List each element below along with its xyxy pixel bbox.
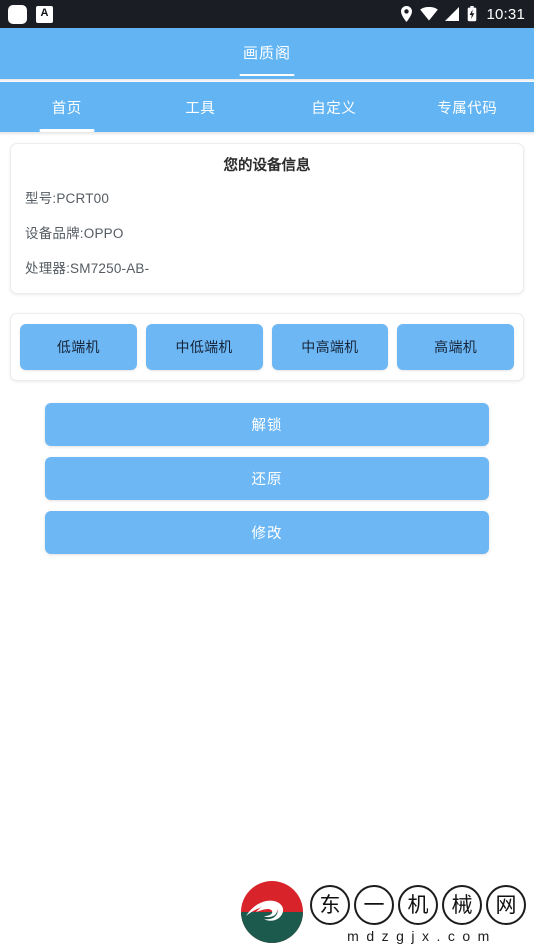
app-root: A 10:31 画质阁 首页 工具 自定义 专属代码 您的设备信息 型号:PCR… xyxy=(0,0,534,950)
restore-button[interactable]: 还原 xyxy=(45,457,489,500)
status-bar-clock: 10:31 xyxy=(486,5,525,23)
main-content: 您的设备信息 型号:PCRT00 设备品牌:OPPO 处理器:SM7250-AB… xyxy=(0,136,534,554)
watermark-characters: 东 一 机 械 网 xyxy=(310,885,526,925)
tab-exclusive-code[interactable]: 专属代码 xyxy=(401,82,534,132)
watermark-logo-icon xyxy=(240,880,304,944)
tab-bar: 首页 工具 自定义 专属代码 xyxy=(0,82,534,132)
status-bar: A 10:31 xyxy=(0,0,534,28)
tier-button-mid-high[interactable]: 中高端机 xyxy=(271,324,389,370)
keyboard-a-icon: A xyxy=(36,5,53,23)
tab-tools-label: 工具 xyxy=(185,100,216,117)
battery-charging-icon xyxy=(467,6,477,22)
watermark-char-1: 东 xyxy=(310,885,350,925)
tab-home-label: 首页 xyxy=(51,100,82,117)
device-model-line: 型号:PCRT00 xyxy=(25,191,110,206)
app-header: 画质阁 xyxy=(0,28,534,79)
watermark-char-3: 机 xyxy=(398,885,438,925)
watermark-domain: mdzgjx.com xyxy=(347,928,497,944)
action-button-list: 解锁 还原 修改 xyxy=(10,403,524,554)
device-info-title: 您的设备信息 xyxy=(223,158,311,174)
location-pin-icon xyxy=(400,6,413,22)
watermark-char-2: 一 xyxy=(354,885,394,925)
watermark-char-5: 网 xyxy=(486,885,526,925)
tab-custom-label: 自定义 xyxy=(311,100,357,117)
status-bar-right: 10:31 xyxy=(400,6,525,23)
device-brand-line: 设备品牌:OPPO xyxy=(25,226,124,241)
watermark: 东 一 机 械 网 mdzgjx.com xyxy=(240,880,526,944)
device-info-card: 您的设备信息 型号:PCRT00 设备品牌:OPPO 处理器:SM7250-AB… xyxy=(10,143,524,294)
tab-custom[interactable]: 自定义 xyxy=(267,82,401,132)
modify-button[interactable]: 修改 xyxy=(45,511,489,554)
unlock-button[interactable]: 解锁 xyxy=(45,403,489,446)
tier-button-mid-low[interactable]: 中低端机 xyxy=(145,324,263,370)
tier-button-high[interactable]: 高端机 xyxy=(397,324,514,370)
tier-button-low[interactable]: 低端机 xyxy=(20,324,137,370)
tab-exclusive-code-label: 专属代码 xyxy=(437,100,498,117)
tab-home[interactable]: 首页 xyxy=(0,82,134,132)
tab-tools[interactable]: 工具 xyxy=(134,82,268,132)
wifi-icon xyxy=(420,7,439,21)
watermark-text: 东 一 机 械 网 mdzgjx.com xyxy=(310,885,526,944)
device-processor-line: 处理器:SM7250-AB- xyxy=(25,261,150,276)
status-bar-left: A xyxy=(8,4,53,24)
watermark-char-4: 械 xyxy=(442,885,482,925)
device-tier-card: 低端机 中低端机 中高端机 高端机 xyxy=(10,313,524,381)
header-title-indicator xyxy=(239,74,295,76)
app-square-icon xyxy=(8,4,27,24)
signal-icon xyxy=(445,7,460,21)
page-title: 画质阁 xyxy=(242,45,291,62)
